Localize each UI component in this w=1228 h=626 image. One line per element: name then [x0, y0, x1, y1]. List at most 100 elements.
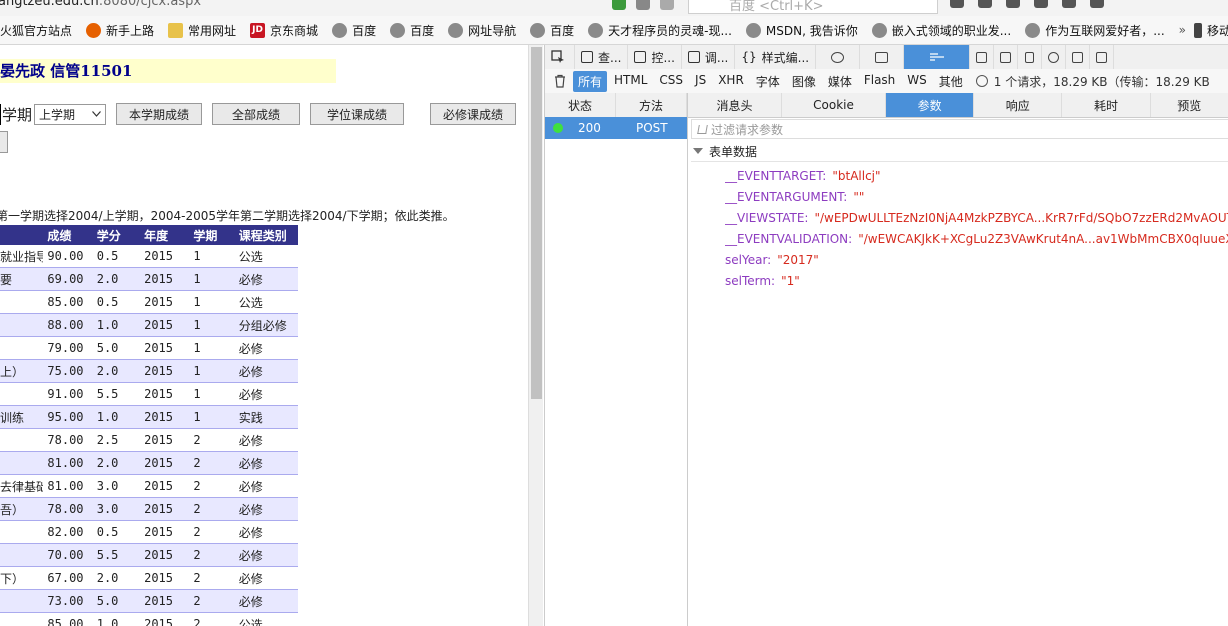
chat-icon[interactable]	[1062, 0, 1076, 8]
tab-cookie[interactable]: Cookie	[782, 93, 886, 117]
filter-type[interactable]: 其他	[934, 71, 968, 92]
credit-cell: 5.5	[96, 548, 119, 562]
tab-style-editor[interactable]: {} 样式编...	[735, 45, 817, 69]
param-row[interactable]: selYear: "2017"	[725, 249, 1228, 270]
filter-type[interactable]: JS	[690, 71, 711, 92]
pocket-icon[interactable]	[978, 0, 992, 8]
address-bar[interactable]: angtzeu.edu.cn:8080/cjcx.aspx 百度 <Ctrl+K…	[0, 0, 1228, 16]
bookmark-item[interactable]: JD 京东商城	[250, 22, 318, 39]
tab-response[interactable]: 响应	[974, 93, 1063, 117]
filter-type[interactable]: 媒体	[823, 71, 857, 92]
param-row[interactable]: selTerm: "1"	[725, 270, 1228, 291]
filter-type[interactable]: 图像	[787, 71, 821, 92]
filter-type[interactable]: HTML	[609, 71, 652, 92]
term-select[interactable]: 上学期	[34, 103, 107, 125]
bookmarks-overflow-button[interactable]: »	[1179, 23, 1186, 37]
tab-console[interactable]: 控...	[628, 45, 682, 69]
credit-cell: 0.5	[96, 249, 119, 263]
param-value: "/wEWCAKJkK+XCgLu2Z3VAwKrut4nA...av1WbMm…	[858, 231, 1228, 246]
mobile-bookmarks[interactable]: 移动版书	[1193, 22, 1228, 39]
bookmark-item[interactable]: 新手上路	[86, 22, 154, 39]
tab-style-editor-label: 样式编...	[761, 50, 810, 65]
bookmark-item[interactable]: 百度	[332, 22, 376, 39]
term-cell: 2	[193, 594, 201, 608]
bookmark-label: MSDN, 我告诉你	[765, 23, 858, 38]
dock-bottom-button[interactable]	[1066, 45, 1091, 69]
trash-icon[interactable]	[553, 74, 567, 88]
network-filter-bar: 所有 HTML CSS JS XHR 字体 图像 媒体 Flash WS 其他 1 个请求，18.2…	[545, 69, 1228, 94]
bookmark-label: 火狐官方站点	[0, 23, 73, 38]
dock-options-button[interactable]	[970, 45, 995, 69]
header-status[interactable]: 状态	[545, 93, 616, 117]
course-type-cell: 必修	[238, 433, 263, 448]
param-row[interactable]: __EVENTTARGET: "btAllcj"	[725, 165, 1228, 186]
bookmark-item[interactable]: 火狐官方站点	[0, 22, 72, 39]
param-row[interactable]: __EVENTVALIDATION: "/wEWCAKJkK+XCgLu2Z3VA…	[725, 228, 1228, 249]
page-scrollbar[interactable]	[528, 45, 543, 626]
extra-button[interactable]	[0, 131, 8, 153]
score-cell: 85.00	[47, 295, 84, 309]
tab-timings[interactable]: 耗时	[1062, 93, 1151, 117]
bookmark-item[interactable]: 嵌入式领域的职业发...	[871, 22, 1011, 39]
bookmark-item[interactable]: 天才程序员的灵魂-现...	[588, 22, 732, 39]
tab-params[interactable]: 参数	[885, 93, 975, 117]
term-cell: 1	[193, 410, 201, 424]
tab-memory[interactable]	[860, 45, 905, 69]
filter-type[interactable]: CSS	[654, 71, 688, 92]
search-input[interactable]: 百度 <Ctrl+K>	[688, 0, 938, 14]
qr-code-icon[interactable]	[636, 0, 650, 10]
param-row[interactable]: __EVENTARGUMENT: ""	[725, 186, 1228, 207]
form-data-section[interactable]: 表单数据	[691, 141, 1228, 162]
filter-type[interactable]: 字体	[751, 71, 785, 92]
bookmark-item[interactable]: 常用网址	[168, 22, 236, 39]
degree-course-grades-button[interactable]: 学位课成绩	[310, 103, 405, 125]
filter-type[interactable]: WS	[902, 71, 931, 92]
home-icon[interactable]	[1006, 0, 1020, 8]
menu-icon[interactable]	[1090, 0, 1104, 8]
firefox-icon	[86, 22, 102, 38]
tab-inspector[interactable]: 查...	[575, 45, 629, 69]
star-icon[interactable]	[950, 0, 964, 8]
scrollbar-thumb[interactable]	[531, 47, 542, 399]
request-row[interactable]: 200 POST	[545, 117, 687, 139]
tab-headers[interactable]: 消息头	[688, 93, 783, 117]
settings-button[interactable]	[1042, 45, 1067, 69]
course-name-cell: 下）	[0, 571, 25, 586]
header-method[interactable]: 方法	[616, 93, 687, 117]
param-value: ""	[853, 189, 865, 204]
param-filter-input[interactable]: 过滤请求参数	[691, 119, 1228, 139]
split-console-button[interactable]	[994, 45, 1019, 69]
this-term-grades-button[interactable]: 本学期成绩	[116, 103, 203, 125]
tab-debugger[interactable]: 调...	[682, 45, 736, 69]
year-cell: 2015	[144, 456, 173, 470]
filter-type[interactable]: XHR	[713, 71, 749, 92]
param-row[interactable]: __VIEWSTATE: "/wEPDwULLTEzNzI0NjA4MzkPZBY…	[725, 207, 1228, 228]
element-picker-button[interactable]	[545, 45, 575, 69]
course-type-cell: 必修	[238, 548, 263, 563]
all-grades-button[interactable]: 全部成绩	[212, 103, 301, 125]
panel-splitter[interactable]	[687, 93, 688, 626]
bookmark-item[interactable]: MSDN, 我告诉你	[745, 22, 858, 39]
reload-icon[interactable]	[660, 0, 674, 10]
bookmark-item[interactable]: 网址导航	[448, 22, 516, 39]
responsive-mode-button[interactable]	[1018, 45, 1043, 69]
globe-icon	[390, 22, 406, 38]
year-cell: 2015	[144, 318, 173, 332]
extension-icon[interactable]	[1034, 0, 1048, 8]
bookmark-item[interactable]: 作为互联网爱好者，...	[1025, 22, 1165, 39]
shield-icon[interactable]	[612, 0, 626, 10]
filter-type[interactable]: Flash	[859, 71, 900, 92]
course-name-cell: 去律基础	[0, 479, 44, 494]
request-status: 200	[578, 121, 601, 135]
required-course-grades-button[interactable]: 必修课成绩	[430, 103, 517, 125]
param-key: selTerm:	[725, 273, 776, 288]
url-path: :8080/cjcx.aspx	[98, 0, 202, 9]
tab-preview[interactable]: 预览	[1151, 93, 1228, 117]
dock-side-button[interactable]	[1090, 45, 1115, 69]
bookmark-item[interactable]: 百度	[530, 22, 574, 39]
url-text[interactable]: angtzeu.edu.cn:8080/cjcx.aspx	[0, 0, 201, 9]
filter-all[interactable]: 所有	[573, 70, 608, 92]
tab-network[interactable]	[904, 45, 971, 69]
tab-performance[interactable]	[816, 45, 861, 69]
bookmark-item[interactable]: 百度	[390, 22, 434, 39]
